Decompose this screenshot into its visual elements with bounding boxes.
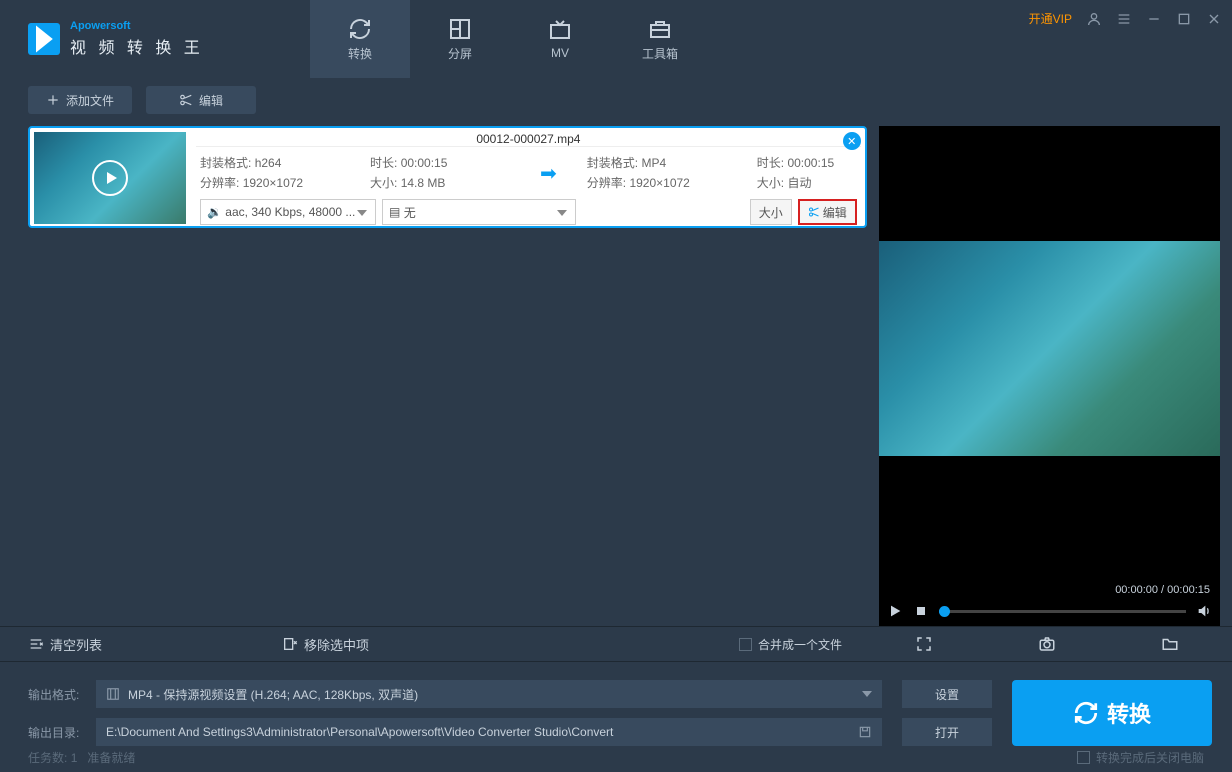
video-preview: 00:00:00 / 00:00:15 [879,126,1220,626]
clear-list-button[interactable]: 清空列表 [28,635,102,654]
refresh-icon [348,17,372,41]
add-file-button[interactable]: 添加文件 [28,86,132,114]
arrow-right-icon: ➡ [540,161,557,186]
item-edit-button[interactable]: 编辑 [798,199,857,225]
merge-checkbox[interactable]: 合并成一个文件 [739,636,842,653]
remove-selected-button[interactable]: 移除选中项 [282,635,369,654]
output-dir-label: 输出目录: [28,724,86,741]
size-button[interactable]: 大小 [750,199,792,225]
audio-track-select[interactable]: 🔉 aac, 340 Kbps, 48000 ... [200,199,376,225]
user-icon[interactable] [1086,11,1102,27]
src-size: 大小: 14.8 MB [370,173,510,193]
scissors-icon [808,206,820,218]
clear-icon [28,636,44,652]
shutdown-checkbox[interactable]: 转换完成后关闭电脑 [1077,749,1204,766]
film-icon [106,687,120,701]
tv-icon [548,18,572,42]
dst-codec: 封装格式: MP4 [587,153,727,173]
play-icon [92,160,128,196]
fullscreen-icon[interactable] [915,635,933,653]
time-display: 00:00:00 / 00:00:15 [1115,584,1210,596]
dst-resolution: 分辨率: 1920×1072 [587,173,727,193]
toolbar-edit-button[interactable]: 编辑 [146,86,256,114]
app-title: 视 频 转 换 王 [70,34,204,58]
scissors-icon [179,93,193,107]
checkbox-icon [1077,751,1090,764]
tab-mv[interactable]: MV [510,0,610,78]
play-button[interactable] [887,603,903,619]
camera-icon[interactable] [1038,635,1056,653]
output-format-select[interactable]: MP4 - 保持源视频设置 (H.264; AAC, 128Kbps, 双声道) [96,680,882,708]
volume-button[interactable] [1196,603,1212,619]
file-item[interactable]: 00012-000027.mp4 封装格式: h264 分辨率: 1920×10… [28,126,867,228]
subtitle-icon: ▤ [389,205,400,219]
output-format-label: 输出格式: [28,686,86,703]
vip-link[interactable]: 开通VIP [1029,10,1072,27]
preview-frame [879,241,1220,456]
remove-icon [282,636,298,652]
split-icon [448,17,472,41]
brand-label: Apowersoft [70,20,204,32]
speaker-icon: 🔉 [207,205,222,219]
tab-split[interactable]: 分屏 [410,0,510,78]
toolbox-icon [648,17,672,41]
dst-size: 大小: 自动 [757,173,857,193]
progress-bar[interactable] [939,610,1186,613]
convert-button[interactable]: 转换 [1012,680,1212,746]
minimize-icon[interactable] [1146,11,1162,27]
refresh-icon [1073,700,1099,726]
src-duration: 时长: 00:00:15 [370,153,510,173]
tab-toolbox[interactable]: 工具箱 [610,0,710,78]
settings-button[interactable]: 设置 [902,680,992,708]
close-icon[interactable] [1206,11,1222,27]
src-codec: 封装格式: h264 [200,153,340,173]
menu-icon[interactable] [1116,11,1132,27]
stop-button[interactable] [913,603,929,619]
tab-convert[interactable]: 转换 [310,0,410,78]
status-text: 任务数: 1 准备就绪 [28,749,135,766]
plus-icon [46,93,60,107]
subtitle-select[interactable]: ▤ 无 [382,199,576,225]
save-icon [858,725,872,739]
app-logo-icon [28,23,60,55]
dst-duration: 时长: 00:00:15 [757,153,857,173]
maximize-icon[interactable] [1176,11,1192,27]
remove-item-button[interactable]: ✕ [843,132,861,150]
folder-icon[interactable] [1161,635,1179,653]
src-resolution: 分辨率: 1920×1072 [200,173,340,193]
file-name: 00012-000027.mp4 [196,132,861,147]
checkbox-icon [739,638,752,651]
video-thumbnail[interactable] [34,132,186,224]
